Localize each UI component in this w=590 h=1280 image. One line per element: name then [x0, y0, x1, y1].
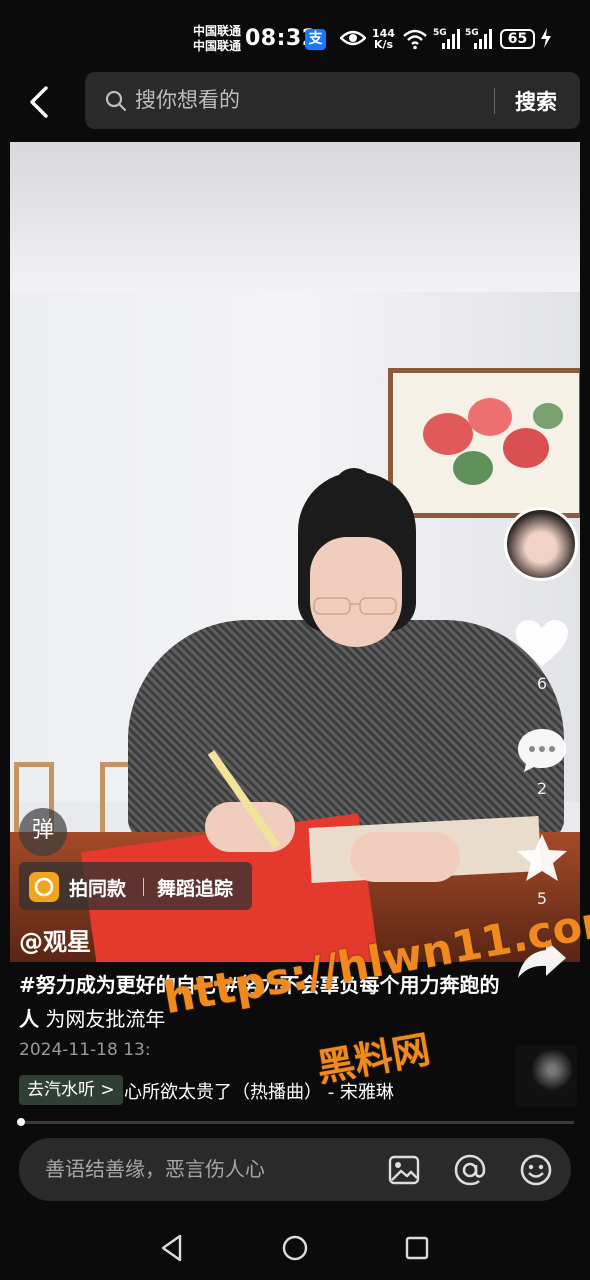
speed-unit: K/s [373, 38, 394, 51]
effect-tag-bar[interactable]: 拍同款 舞蹈追踪 [19, 862, 252, 910]
person-face [310, 537, 402, 647]
shoot-same-label[interactable]: 拍同款 [69, 874, 126, 901]
comment-icon [518, 729, 566, 772]
back-triangle-icon[interactable] [158, 1233, 188, 1263]
glasses [313, 597, 397, 615]
image-icon[interactable] [387, 1153, 421, 1187]
video-player[interactable] [10, 142, 580, 962]
post-date: 2024-11-18 13: [19, 1040, 151, 1060]
like-button[interactable]: 6 [512, 620, 572, 693]
comment-button[interactable]: 2 [512, 727, 572, 798]
search-icon [105, 90, 127, 112]
wifi-icon [403, 29, 427, 50]
favorite-button[interactable]: 5 [512, 833, 572, 908]
system-nav-bar [0, 1215, 590, 1280]
heart-icon [516, 620, 568, 666]
description-text: 为网友批流年 [39, 1007, 166, 1031]
search-divider [494, 88, 495, 114]
battery-icon: 65 [500, 29, 535, 49]
emoji-icon[interactable] [519, 1153, 553, 1187]
wall-painting [388, 368, 580, 518]
search-box[interactable]: 搜索 [85, 72, 580, 129]
at-icon[interactable] [453, 1153, 487, 1187]
signal-icon [474, 29, 492, 49]
author-avatar[interactable] [504, 507, 578, 581]
video-ceiling [10, 142, 580, 292]
dance-track-label[interactable]: 舞蹈追踪 [157, 874, 233, 901]
right-hand [350, 832, 460, 882]
comment-input[interactable] [45, 1154, 365, 1184]
network-speed: 144 K/s [372, 28, 395, 50]
open-in-qishui-button[interactable]: 去汽水听 > [19, 1075, 123, 1105]
danmu-toggle-button[interactable]: 弹 [19, 808, 67, 856]
home-circle-icon[interactable] [280, 1233, 310, 1263]
star-icon [517, 834, 567, 881]
search-header: 搜索 [0, 64, 590, 140]
alipay-icon: 支 [305, 29, 326, 50]
carrier-names: 中国联通 中国联通 [193, 24, 241, 54]
person-sweater [128, 620, 564, 840]
progress-handle[interactable] [16, 1118, 25, 1126]
like-count: 6 [536, 674, 548, 693]
tag-divider [143, 878, 144, 896]
status-bar: 中国联通 中国联通 08:32 支 144 K/s 5G 5G 65 [0, 0, 590, 64]
author-name[interactable]: @观星 [19, 922, 91, 957]
music-disc[interactable] [515, 1045, 577, 1107]
comment-bar [19, 1138, 571, 1201]
back-arrow-icon[interactable] [22, 82, 58, 122]
carrier-2: 中国联通 [193, 39, 242, 53]
search-button[interactable]: 搜索 [515, 86, 557, 116]
carrier-1: 中国联通 [193, 24, 242, 38]
charging-icon [541, 28, 551, 48]
signal-icon [442, 29, 460, 49]
camera-icon [29, 872, 59, 902]
eye-icon [340, 30, 366, 46]
comment-count: 2 [536, 779, 548, 798]
video-progress-bar[interactable] [16, 1118, 574, 1126]
recents-square-icon[interactable] [402, 1233, 432, 1263]
search-input[interactable] [135, 84, 475, 116]
